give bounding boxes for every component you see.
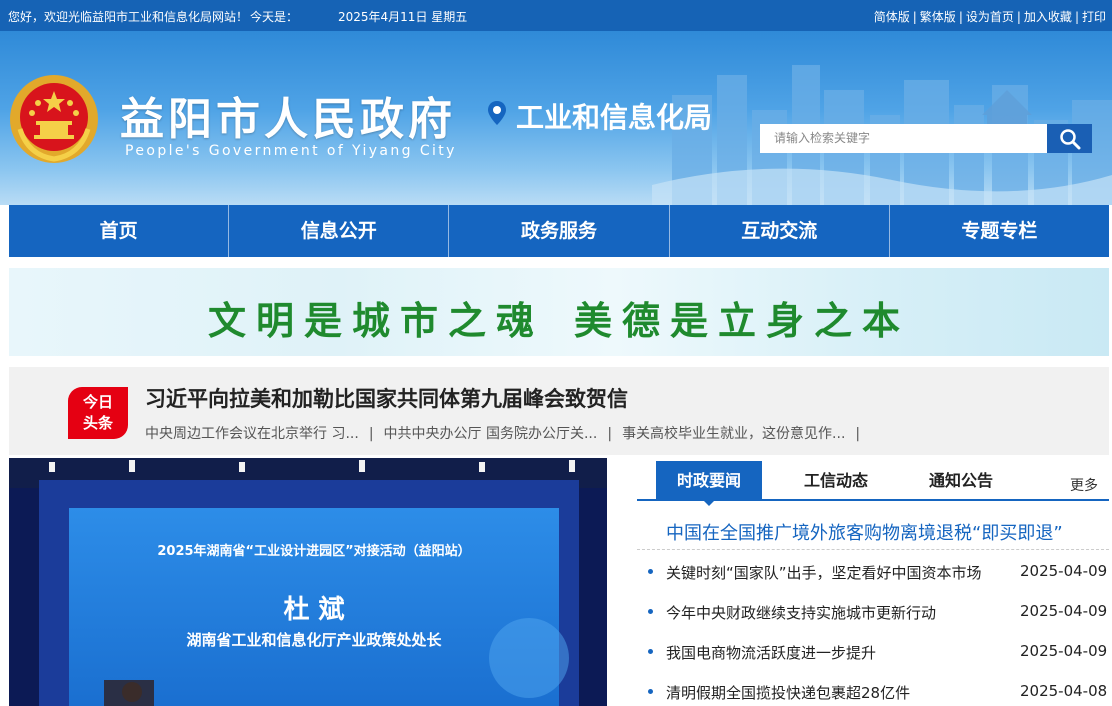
department-name: 工业和信息化局	[516, 101, 713, 134]
news-date: 2025-04-09	[1020, 642, 1108, 660]
event-photo-image: 2025年湖南省“工业设计进园区”对接活动（益阳站） 杜 斌 湖南省工业和信息化…	[9, 458, 607, 706]
news-photo[interactable]: 2025年湖南省“工业设计进园区”对接活动（益阳站） 杜 斌 湖南省工业和信息化…	[9, 458, 607, 706]
badge-line-1: 今日	[82, 393, 113, 411]
photo-event-title: 2025年湖南省“工业设计进园区”对接活动（益阳站）	[157, 543, 470, 559]
welcome-text: 您好，欢迎光临益阳市工业和信息化局网站！	[8, 10, 249, 24]
news-title[interactable]: 关键时刻“国家队”出手，坚定看好中国资本市场	[666, 562, 1006, 583]
list-item[interactable]: 今年中央财政继续支持实施城市更新行动 2025-04-09	[640, 600, 1112, 640]
main-nav: 首页 信息公开 政务服务 互动交流 专题专栏	[9, 205, 1109, 257]
nav-special-topics[interactable]: 专题专栏	[890, 205, 1109, 257]
site-header: 益阳市人民政府 People's Government of Yiyang Ci…	[0, 31, 1112, 205]
news-title[interactable]: 我国电商物流活跃度进一步提升	[666, 642, 1006, 663]
active-tab-indicator	[703, 500, 715, 506]
search-icon	[1059, 128, 1080, 149]
nav-interaction[interactable]: 互动交流	[670, 205, 890, 257]
more-link[interactable]: 更多	[1070, 475, 1098, 495]
nav-info-disclosure[interactable]: 信息公开	[229, 205, 450, 257]
top-bar: 您好，欢迎光临益阳市工业和信息化局网站！ 今天是： 2025年4月11日 星期五…	[0, 0, 1112, 31]
today-label: 今天是：	[250, 10, 299, 24]
headline-sub-links: 中央周边工作会议在北京举行 习... | 中共中央办公厅 国务院办公厅关... | 事关…	[145, 426, 861, 442]
current-date: 2025年4月11日 星期五	[338, 10, 468, 24]
traditional-link[interactable]: 繁体版	[920, 10, 956, 24]
news-title[interactable]: 今年中央财政继续支持实施城市更新行动	[666, 602, 1006, 623]
nav-gov-services[interactable]: 政务服务	[449, 205, 670, 257]
national-emblem-logo	[10, 75, 98, 163]
news-date: 2025-04-09	[1020, 562, 1108, 580]
top-links: 简体版 | 繁体版 | 设为首页 | 加入收藏 | 打印	[873, 10, 1106, 24]
bullet-icon	[648, 689, 653, 694]
slogan-banner[interactable]: 文明是城市之魂 美德是立身之本	[9, 268, 1109, 356]
photo-speaker-role: 湖南省工业和信息化厅产业政策处处长	[186, 631, 442, 649]
list-item[interactable]: 清明假期全国揽投快递包裹超28亿件 2025-04-08	[640, 680, 1112, 706]
slogan-right: 美德是立身之本	[574, 299, 911, 343]
list-item[interactable]: 我国电商物流活跃度进一步提升 2025-04-09	[640, 640, 1112, 680]
set-homepage-link[interactable]: 设为首页	[966, 10, 1014, 24]
news-date: 2025-04-08	[1020, 682, 1108, 700]
print-link[interactable]: 打印	[1082, 10, 1106, 24]
headline-sub-link[interactable]: 中共中央办公厅 国务院办公厅关...	[384, 426, 598, 442]
news-list: 关键时刻“国家队”出手，坚定看好中国资本市场 2025-04-09 今年中央财政…	[640, 560, 1112, 706]
badge-line-2: 头条	[82, 414, 113, 432]
today-headline-badge: 今日 头条	[68, 387, 128, 439]
list-item[interactable]: 关键时刻“国家队”出手，坚定看好中国资本市场 2025-04-09	[640, 560, 1112, 600]
nav-home[interactable]: 首页	[9, 205, 230, 257]
news-tabs: 时政要闻 工信动态 通知公告	[637, 461, 1109, 501]
news-title[interactable]: 清明假期全国揽投快递包裹超28亿件	[666, 682, 1006, 703]
headline-sub-link[interactable]: 中央周边工作会议在北京举行 习...	[145, 426, 359, 442]
tab-current-affairs[interactable]: 时政要闻	[656, 461, 762, 501]
headline-sub-link[interactable]: 事关高校毕业生就业，这份意见作...	[622, 426, 845, 442]
slogan-left: 文明是城市之魂	[207, 299, 544, 343]
headline-title[interactable]: 习近平向拉美和加勒比国家共同体第九届峰会致贺信	[145, 383, 628, 413]
add-favorite-link[interactable]: 加入收藏	[1024, 10, 1072, 24]
bullet-icon	[648, 609, 653, 614]
photo-speaker-name: 杜 斌	[283, 594, 344, 625]
bullet-icon	[648, 649, 653, 654]
banner-slogan: 文明是城市之魂 美德是立身之本	[9, 290, 1109, 345]
simplified-link[interactable]: 简体版	[874, 10, 910, 24]
search-input[interactable]: 请输入检索关键字	[760, 124, 1047, 153]
top-news-link[interactable]: 中国在全国推广境外旅客购物离境退税“即买即退”	[666, 519, 1063, 545]
location-pin-icon	[488, 101, 506, 125]
news-date: 2025-04-09	[1020, 602, 1108, 620]
tab-industry-news[interactable]: 工信动态	[783, 461, 889, 501]
site-title: 益阳市人民政府	[120, 94, 456, 145]
tab-notices[interactable]: 通知公告	[908, 461, 1014, 501]
news-divider	[637, 549, 1109, 550]
search-button[interactable]	[1047, 124, 1092, 153]
bullet-icon	[648, 569, 653, 574]
headline-section: 今日 头条 习近平向拉美和加勒比国家共同体第九届峰会致贺信 中央周边工作会议在北…	[9, 367, 1109, 455]
site-subtitle: People's Government of Yiyang City	[125, 143, 457, 159]
